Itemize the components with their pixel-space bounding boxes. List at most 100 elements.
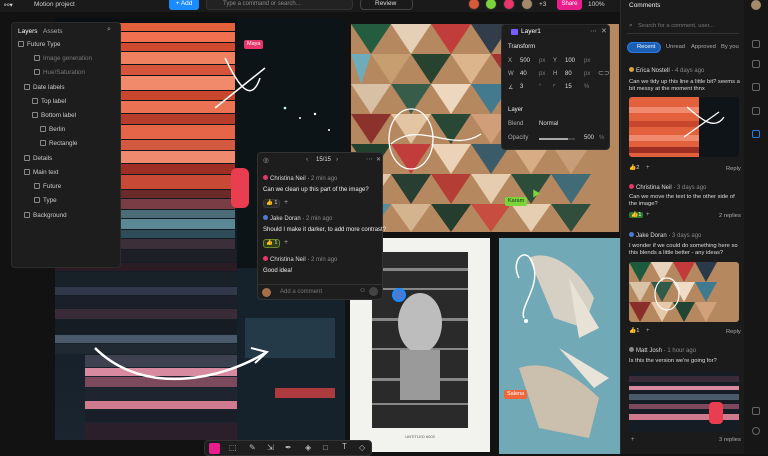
add-reaction-icon[interactable]: + — [284, 199, 288, 206]
layer-item[interactable]: Details — [24, 152, 132, 166]
add-reaction-icon[interactable]: + — [284, 239, 288, 246]
review-button[interactable]: Review — [360, 0, 413, 10]
extra-users-count[interactable]: +3 — [539, 1, 546, 8]
reaction-badge[interactable]: 👍1 — [629, 212, 644, 218]
close-icon[interactable]: ✕ — [376, 156, 381, 163]
comment-thumbnail[interactable] — [629, 262, 739, 322]
opacity-slider[interactable] — [539, 138, 575, 140]
app-logo-icon[interactable]: ⚯▾ — [4, 1, 13, 9]
add-reaction-icon[interactable]: + — [646, 328, 650, 334]
tab-unread[interactable]: Unread — [666, 44, 685, 50]
layer-item[interactable]: Main text — [24, 166, 132, 180]
transform-tool-icon[interactable]: ⇲ — [267, 443, 274, 452]
command-search-input[interactable]: Type a command or search... — [206, 0, 353, 10]
comment-author: Christina Neil · 2 min ago — [263, 175, 337, 182]
text-icon — [34, 197, 40, 203]
reaction-badge[interactable]: 👍 1 — [263, 199, 281, 208]
next-icon[interactable]: › — [336, 156, 338, 163]
folder-icon — [32, 98, 38, 104]
add-reaction-icon[interactable]: + — [646, 165, 650, 171]
more-icon[interactable]: ⋯ — [590, 27, 597, 35]
layer-item[interactable]: Bottom label — [32, 109, 140, 123]
search-icon[interactable]: ⌕ — [107, 26, 111, 34]
tab-layers[interactable]: Layers — [18, 28, 38, 35]
layer-item[interactable]: Image generation — [34, 52, 142, 66]
send-icon[interactable] — [369, 287, 378, 296]
layer-label: Date labels — [33, 84, 65, 91]
y-field[interactable]: 100 — [565, 58, 575, 64]
fill-tool-icon[interactable]: ◈ — [305, 443, 311, 452]
blend-select[interactable]: Normal — [539, 121, 558, 127]
rotation-unit: ° — [539, 84, 542, 90]
opacity-field[interactable]: 500 — [584, 135, 594, 141]
tab-assets[interactable]: Assets — [43, 28, 63, 35]
layer-item[interactable]: Background — [24, 209, 132, 223]
layer-item[interactable]: Type — [34, 194, 142, 208]
project-title[interactable]: Motion project — [34, 1, 75, 8]
add-button[interactable]: + Add — [169, 0, 199, 10]
h-field[interactable]: 80 — [565, 71, 572, 77]
layer-item[interactable]: Date labels — [24, 81, 132, 95]
comment-text: I wonder if we could do something here s… — [629, 243, 738, 257]
reaction-badge[interactable]: 👍 1 — [263, 239, 281, 248]
avatar[interactable] — [503, 0, 515, 10]
reply-button[interactable]: Reply — [726, 329, 741, 335]
layer-item[interactable]: Berlin — [40, 123, 148, 137]
history-icon[interactable] — [752, 83, 760, 91]
zoom-level[interactable]: 100% — [588, 1, 605, 8]
link-icon[interactable]: ⊂⊃ — [598, 69, 610, 77]
settings-icon[interactable] — [752, 40, 760, 48]
reaction-badge[interactable]: 👍1 — [629, 328, 639, 334]
comments-icon[interactable] — [752, 130, 760, 138]
w-field[interactable]: 40 — [520, 71, 527, 77]
eyedropper-icon[interactable]: ✒ — [285, 443, 292, 452]
prev-icon[interactable]: ‹ — [306, 156, 308, 163]
avatar[interactable] — [468, 0, 480, 10]
more-icon[interactable]: ⋯ — [366, 155, 373, 163]
pen-tool-icon[interactable]: ✎ — [249, 443, 256, 452]
lightbulb-icon[interactable] — [752, 407, 760, 415]
emoji-icon[interactable]: ☺ — [359, 287, 366, 294]
comment-thumbnail[interactable] — [629, 372, 739, 432]
collaborator-tag-karam: Karam — [505, 197, 528, 206]
avatar[interactable] — [521, 0, 533, 10]
comment-thumbnail[interactable] — [629, 97, 739, 157]
reaction-badge[interactable]: 👍2 — [629, 165, 639, 171]
x-field[interactable]: 500 — [520, 58, 530, 64]
comment-search-input[interactable]: ⌕ Search for a comment, user... — [627, 20, 739, 34]
layer-item[interactable]: Rectangle — [40, 137, 148, 151]
select-tool-icon[interactable] — [209, 443, 220, 454]
layer-item[interactable]: Hue/Saturation — [34, 66, 142, 80]
avatar[interactable] — [751, 0, 761, 10]
add-reaction-icon[interactable]: + — [646, 212, 650, 218]
reply-button[interactable]: Reply — [726, 166, 741, 172]
canvas-image-floating[interactable] — [499, 238, 620, 454]
text-icon — [40, 126, 46, 132]
rotation-field[interactable]: 3 — [520, 84, 523, 90]
replies-link[interactable]: 3 replies — [719, 437, 741, 443]
text-icon — [24, 169, 30, 175]
comment-input[interactable]: Add a comment — [280, 289, 322, 295]
comment-pin-avatar[interactable] — [392, 288, 406, 302]
thumbnail-artwork — [629, 262, 739, 322]
tab-approved[interactable]: Approved — [691, 44, 716, 50]
resolve-icon[interactable]: ◎ — [263, 156, 269, 164]
replies-link[interactable]: 2 replies — [719, 213, 741, 219]
shape-tool-icon[interactable]: □ — [323, 443, 328, 452]
layers-icon[interactable] — [752, 60, 760, 68]
layer-item[interactable]: Top label — [32, 95, 140, 109]
comment-tool-icon[interactable]: ◇ — [359, 443, 365, 452]
help-icon[interactable] — [752, 427, 760, 435]
code-icon[interactable] — [752, 107, 760, 115]
text-tool-icon[interactable]: T — [342, 442, 347, 451]
frame-tool-icon[interactable]: ⬚ — [229, 443, 237, 452]
x-unit: px — [539, 58, 546, 64]
close-icon[interactable]: ✕ — [601, 27, 607, 35]
add-reaction-icon[interactable]: + — [631, 437, 635, 443]
layer-item[interactable]: Future Type — [18, 38, 126, 52]
tab-by-you[interactable]: By you — [721, 44, 739, 50]
share-button[interactable]: Share — [557, 0, 582, 10]
avatar[interactable] — [485, 0, 497, 10]
corner-field[interactable]: 15 — [565, 84, 572, 90]
layer-item[interactable]: Future — [34, 180, 142, 194]
